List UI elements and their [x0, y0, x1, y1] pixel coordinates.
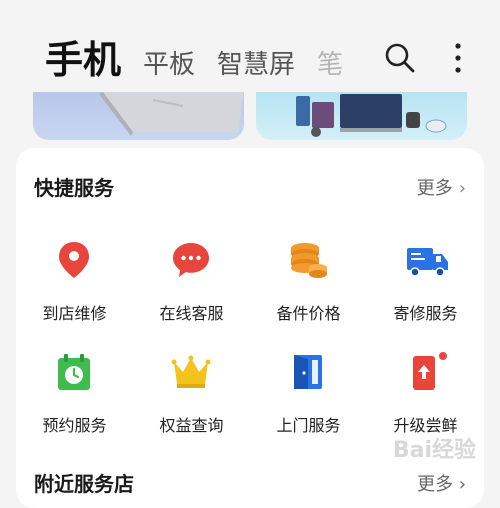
service-store-repair[interactable]: 到店维修 [16, 238, 133, 338]
service-label: 到店维修 [42, 304, 107, 323]
search-icon[interactable] [380, 38, 420, 78]
tab-phone[interactable]: 手机 [45, 36, 121, 84]
calendar-clock-icon [54, 352, 94, 392]
service-mail-repair[interactable]: 寄修服务 [367, 238, 484, 338]
more-vertical-icon[interactable] [448, 38, 468, 78]
banner-devices[interactable] [256, 92, 467, 140]
upgrade-phone-icon [405, 352, 447, 392]
section-title: 快捷服务 [34, 176, 114, 200]
banner-laptop[interactable] [33, 92, 244, 140]
location-pin-icon [54, 240, 94, 280]
service-label: 备件价格 [276, 304, 341, 323]
banner-carousel [0, 92, 500, 142]
service-label: 预约服务 [42, 416, 107, 435]
chevron-right-icon: › [458, 178, 466, 199]
nearby-stores-title: 附近服务店 [34, 472, 134, 496]
watermark-logo: Bai经验 [392, 438, 476, 463]
category-tabs: 手机 平板 智慧屏笔 [45, 36, 365, 84]
chevron-right-icon: › [453, 474, 466, 495]
service-label: 在线客服 [159, 304, 224, 323]
more-label: 更多 [417, 474, 454, 495]
service-parts-price[interactable]: 备件价格 [250, 238, 367, 338]
tab-laptop[interactable]: 笔 [317, 41, 343, 84]
coins-stack-icon [288, 240, 328, 280]
service-label: 权益查询 [159, 416, 224, 435]
tab-tablet[interactable]: 平板 [143, 41, 195, 84]
top-header: 手机 平板 智慧屏笔 [0, 0, 500, 92]
service-appointment[interactable]: 预约服务 [16, 350, 133, 450]
tab-smart-screen[interactable]: 智慧屏 [217, 41, 295, 84]
service-label: 寄修服务 [393, 304, 458, 323]
more-label: 更多 [416, 178, 453, 199]
chat-bubble-icon [171, 240, 211, 280]
service-online-support[interactable]: 在线客服 [133, 238, 250, 338]
nearby-more-link[interactable]: 更多 › [417, 470, 466, 496]
quick-services-more-link[interactable]: 更多 › [417, 174, 466, 200]
service-label: 上门服务 [276, 416, 341, 435]
service-onsite[interactable]: 上门服务 [250, 350, 367, 450]
door-icon [288, 352, 328, 392]
service-benefits-query[interactable]: 权益查询 [133, 350, 250, 450]
delivery-truck-icon [405, 240, 448, 280]
crown-icon [171, 352, 211, 392]
